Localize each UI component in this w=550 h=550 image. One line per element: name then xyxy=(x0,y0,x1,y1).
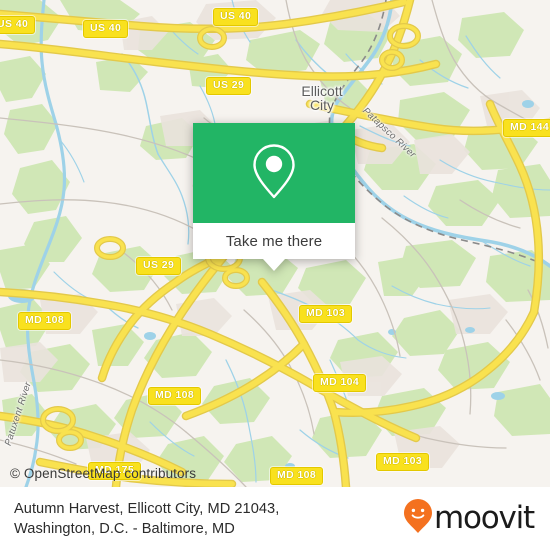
popup-header xyxy=(193,123,355,223)
road-shield-md103-a[interactable]: MD 103 xyxy=(299,305,353,323)
popup-pointer xyxy=(263,259,285,271)
map-label-line1: Ellicott xyxy=(301,83,343,99)
map-label-line2: City xyxy=(309,97,335,113)
moovit-smiley-pin-icon xyxy=(403,498,433,539)
location-pin-icon xyxy=(251,142,297,205)
road-shield-us40-a[interactable]: US 40 xyxy=(83,20,129,38)
map-label-ellicott-city: Ellicott City xyxy=(291,84,353,112)
road-shield-us29-a[interactable]: US 29 xyxy=(206,77,252,95)
road-shield-md108-b[interactable]: MD 108 xyxy=(148,387,202,405)
moovit-wordmark: moovit xyxy=(433,500,535,536)
take-me-there-button[interactable]: Take me there xyxy=(193,223,355,271)
moovit-logo[interactable]: moovit xyxy=(403,498,535,539)
place-caption-line1: Autumn Harvest, Ellicott City, MD 21043, xyxy=(14,500,280,517)
road-shield-md144[interactable]: MD 144 xyxy=(503,119,550,137)
road-shield-md103-b[interactable]: MD 103 xyxy=(376,453,430,471)
road-shield-us40-b[interactable]: US 40 xyxy=(213,8,259,26)
footer-bar: Autumn Harvest, Ellicott City, MD 21043,… xyxy=(0,487,550,550)
osm-attribution: © OpenStreetMap contributors xyxy=(10,466,197,481)
road-shield-md104[interactable]: MD 104 xyxy=(313,374,367,392)
road-shield-md108-c[interactable]: MD 108 xyxy=(270,467,324,485)
place-caption: Autumn Harvest, Ellicott City, MD 21043,… xyxy=(14,499,279,539)
map-screenshot: Ellicott City Patapsco River Patuxent Ri… xyxy=(0,0,550,550)
road-shield-md108-a[interactable]: MD 108 xyxy=(18,312,72,330)
location-popup[interactable]: Take me there xyxy=(193,123,355,271)
place-caption-line2: Washington, D.C. - Baltimore, MD xyxy=(14,520,235,537)
road-shield-us40-c[interactable]: US 40 xyxy=(0,16,36,34)
road-shield-us29-b[interactable]: US 29 xyxy=(136,257,182,275)
take-me-there-label: Take me there xyxy=(225,232,323,250)
